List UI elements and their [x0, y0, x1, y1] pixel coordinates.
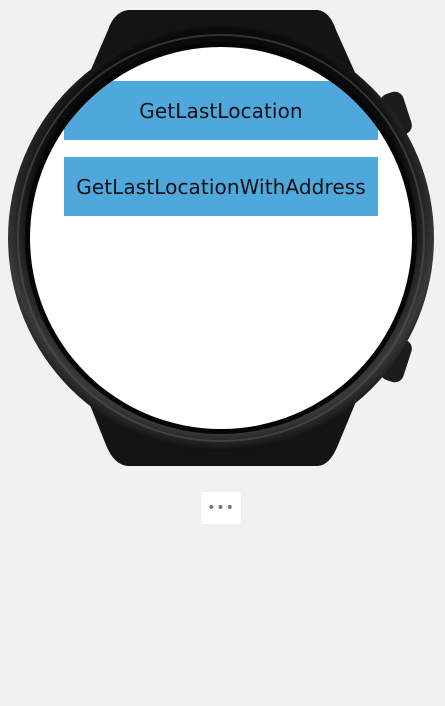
- watch-screen: GetLastLocation GetLastLocationWithAddre…: [30, 47, 412, 429]
- more-options-button[interactable]: •••: [201, 492, 241, 524]
- get-last-location-button[interactable]: GetLastLocation: [64, 81, 378, 140]
- get-last-location-with-address-button[interactable]: GetLastLocationWithAddress: [64, 157, 378, 216]
- watch-preview: GetLastLocation GetLastLocationWithAddre…: [0, 0, 445, 706]
